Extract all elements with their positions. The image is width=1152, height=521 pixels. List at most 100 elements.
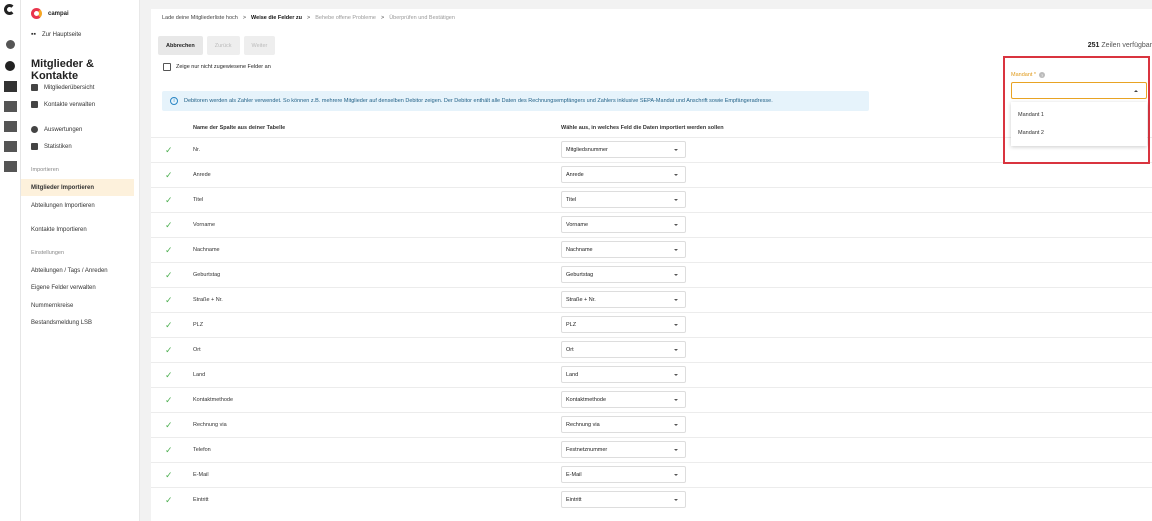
storage-icon[interactable] (4, 161, 17, 172)
check-icon: ✓ (165, 170, 173, 180)
main-panel: Lade deine Mitgliederliste hoch > Weise … (151, 9, 1152, 521)
sidebar-item-departments-tags[interactable]: Abteilungen / Tags / Anreden (21, 262, 134, 279)
globe-icon[interactable] (6, 40, 15, 49)
mandant-option[interactable]: Mandant 2 (1018, 130, 1044, 136)
table-row: ✓ Ort Ort (151, 337, 1152, 362)
table-row: ✓ Land Land (151, 362, 1152, 387)
table-row: ✓ Rechnung via Rechnung via (151, 412, 1152, 437)
database-icon[interactable] (4, 81, 17, 92)
target-field-select[interactable]: E-Mail (561, 466, 686, 483)
checkbox-box[interactable] (163, 63, 171, 71)
target-field-value: Eintritt (566, 496, 582, 503)
sidebar-item-member-overview[interactable]: Mitgliederübersicht (21, 79, 134, 96)
sidebar-item-contacts[interactable]: Kontakte verwalten (21, 96, 134, 113)
table-row: ✓ Vorname Vorname (151, 212, 1152, 237)
table-row: ✓ Eintritt Eintritt (151, 487, 1152, 512)
archive-icon[interactable] (4, 101, 17, 112)
target-field-select[interactable]: Nachname (561, 241, 686, 258)
source-column-name: Anrede (193, 172, 211, 178)
breadcrumb-step-assign[interactable]: Weise die Felder zu (251, 15, 302, 21)
breadcrumb-step-fix[interactable]: Behebe offene Probleme (315, 15, 376, 21)
pie-chart-icon (31, 126, 38, 133)
target-field-select[interactable]: Eintritt (561, 491, 686, 508)
sidebar-item-number-ranges[interactable]: Nummernkreise (21, 297, 134, 314)
check-icon: ✓ (165, 270, 173, 280)
target-field-value: Ort (566, 346, 574, 353)
check-icon: ✓ (165, 395, 173, 405)
target-field-select[interactable]: Titel (561, 191, 686, 208)
sidebar-item-import-departments[interactable]: Abteilungen Importieren (21, 197, 134, 214)
target-field-select[interactable]: Ort (561, 341, 686, 358)
brand[interactable]: campai (31, 8, 69, 19)
unassigned-only-checkbox[interactable]: Zeige nur nicht zugewiesene Felder an (163, 63, 271, 71)
source-column-name: Nr. (193, 147, 201, 153)
chevron-down-icon (674, 174, 678, 176)
target-field-value: Straße + Nr. (566, 296, 596, 303)
target-field-select[interactable]: Straße + Nr. (561, 291, 686, 308)
sidebar-item-evaluations[interactable]: Auswertungen (21, 121, 134, 138)
check-icon: ✓ (165, 445, 173, 455)
sidebar-item-label: Auswertungen (44, 126, 83, 133)
check-icon: ✓ (165, 345, 173, 355)
column-header-target: Wähle aus, in welches Feld die Daten imp… (561, 125, 724, 131)
target-field-select[interactable]: Anrede (561, 166, 686, 183)
target-field-value: Festnetznummer (566, 446, 608, 453)
chevron-down-icon (674, 249, 678, 251)
info-icon: i (170, 97, 178, 105)
chevron-down-icon (674, 449, 678, 451)
back-button[interactable]: Zurück (206, 36, 240, 55)
campai-logo-icon (31, 8, 42, 19)
table-row: ✓ PLZ PLZ (151, 312, 1152, 337)
grid-icon[interactable] (4, 141, 17, 152)
campai-logo-icon[interactable] (4, 4, 15, 15)
mandant-option[interactable]: Mandant 1 (1018, 112, 1044, 118)
sidebar-item-statistics[interactable]: Statistiken (21, 138, 134, 155)
sidebar-item-custom-fields[interactable]: Eigene Felder verwalten (21, 279, 134, 296)
layers-icon[interactable] (4, 121, 17, 132)
contacts-icon (31, 101, 38, 108)
source-column-name: Land (193, 372, 206, 378)
sidebar-item-label: Abteilungen Importieren (31, 202, 95, 209)
grid-icon: ▪▪ (31, 31, 36, 38)
member-list-icon (31, 84, 38, 91)
chevron-down-icon (674, 374, 678, 376)
target-field-select[interactable]: PLZ (561, 316, 686, 333)
sidebar-item-import-contacts[interactable]: Kontakte Importieren (21, 221, 134, 238)
next-button[interactable]: Weiter (243, 36, 276, 55)
members-icon[interactable] (5, 61, 15, 71)
check-icon: ✓ (165, 470, 173, 480)
sidebar-item-label: Eigene Felder verwalten (31, 284, 96, 291)
chevron-down-icon (674, 199, 678, 201)
sidebar-item-import-members[interactable]: Mitglieder Importieren (21, 179, 134, 196)
line-chart-icon (31, 143, 38, 150)
source-column-name: Nachname (193, 247, 220, 253)
sidebar-item-lsb-report[interactable]: Bestandsmeldung LSB (21, 314, 134, 331)
target-field-select[interactable]: Land (561, 366, 686, 383)
table-row: ✓ Anrede Anrede (151, 162, 1152, 187)
settings-section-label: Einstellungen (31, 250, 65, 256)
target-field-select[interactable]: Kontaktmethode (561, 391, 686, 408)
target-field-select[interactable]: Mitgliedsnummer (561, 141, 686, 158)
brand-name: campai (48, 10, 69, 17)
cancel-button[interactable]: Abbrechen (158, 36, 203, 55)
target-field-value: Kontaktmethode (566, 396, 607, 403)
rows-count: 251 (1087, 42, 1100, 49)
source-column-name: Vorname (193, 222, 216, 228)
table-row: ✓ Titel Titel (151, 187, 1152, 212)
info-text: Debitoren werden als Zahler verwendet. S… (184, 98, 773, 104)
home-link[interactable]: ▪▪ Zur Hauptseite (31, 31, 81, 38)
target-field-select[interactable]: Rechnung via (561, 416, 686, 433)
target-field-value: Vorname (566, 221, 589, 228)
source-column-name: Ort (193, 347, 201, 353)
breadcrumb-step-upload[interactable]: Lade deine Mitgliederliste hoch (162, 15, 238, 21)
source-column-name: Kontaktmethode (193, 397, 234, 403)
chevron-down-icon (674, 149, 678, 151)
target-field-value: E-Mail (566, 471, 582, 478)
breadcrumb-step-confirm[interactable]: Überprüfen und Bestätigen (389, 15, 455, 21)
target-field-select[interactable]: Geburtstag (561, 266, 686, 283)
mandant-select[interactable] (1011, 82, 1147, 99)
target-field-select[interactable]: Festnetznummer (561, 441, 686, 458)
target-field-select[interactable]: Vorname (561, 216, 686, 233)
help-icon[interactable]: ? (1039, 72, 1046, 78)
home-link-label: Zur Hauptseite (41, 31, 82, 38)
